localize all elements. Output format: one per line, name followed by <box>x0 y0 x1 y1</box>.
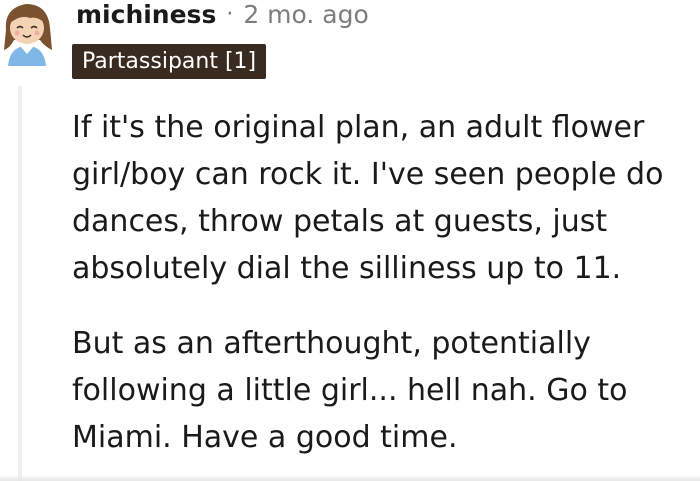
avatar[interactable] <box>0 0 56 70</box>
username-link[interactable]: michiness <box>76 0 216 29</box>
meta-separator: · <box>226 1 234 27</box>
comment-paragraph-1: If it's the original plan, an adult flow… <box>72 110 664 286</box>
comment-body: If it's the original plan, an adult flow… <box>72 104 692 461</box>
bottom-edge-divider <box>0 475 700 481</box>
user-flair-badge: Partassipant [1] <box>72 44 267 79</box>
comment: michiness · 2 mo. ago Partassipant [1] I… <box>0 0 700 481</box>
cartoon-girl-avatar-icon <box>4 4 52 66</box>
comment-header: michiness · 2 mo. ago <box>76 0 369 32</box>
comment-paragraph-2: But as an afterthought, potentially foll… <box>72 326 628 455</box>
thread-collapse-line[interactable] <box>18 86 22 481</box>
timestamp[interactable]: 2 mo. ago <box>243 0 368 29</box>
